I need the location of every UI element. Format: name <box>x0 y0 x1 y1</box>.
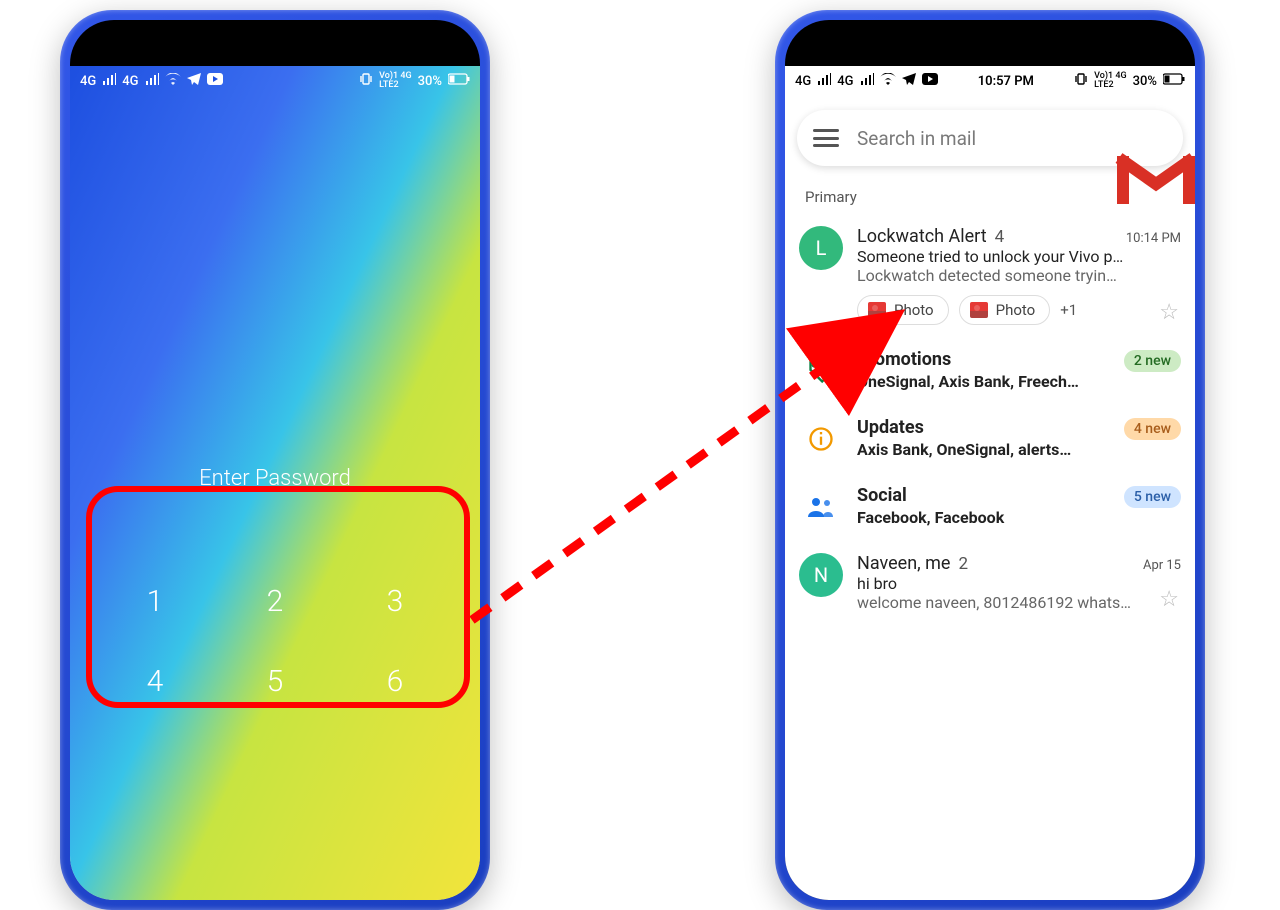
email-item-lockwatch[interactable]: L Lockwatch Alert 4 10:14 PM Someone tri… <box>785 214 1195 337</box>
gmail-screen: 4G 4G <box>785 66 1195 900</box>
new-badge: 2 new <box>1124 350 1181 372</box>
thread-count: 4 <box>995 227 1005 247</box>
sender: Lockwatch Alert <box>857 226 987 247</box>
attachment-label: Photo <box>996 301 1036 319</box>
email-item-naveen[interactable]: N Naveen, me 2 Apr 15 hi bro welcome nav… <box>785 541 1195 624</box>
gmail-logo-icon <box>1113 148 1195 208</box>
tag-icon <box>799 349 843 393</box>
phone-frame-left: 4G 4G <box>60 10 490 910</box>
attachment-chip[interactable]: Photo <box>857 295 949 325</box>
status-bar: 4G 4G <box>785 66 1195 96</box>
network-label-1: 4G <box>795 74 811 89</box>
signal-icon-1 <box>817 73 831 89</box>
category-title: Updates <box>857 417 924 438</box>
photo-icon <box>970 302 988 318</box>
category-senders: Facebook, Facebook <box>857 508 1181 527</box>
subject: Someone tried to unlock your Vivo p… <box>857 247 1181 266</box>
status-left: 4G 4G <box>795 73 938 89</box>
new-badge: 5 new <box>1124 486 1181 508</box>
vibrate-icon <box>1074 72 1088 90</box>
preview: Lockwatch detected someone tryin… <box>857 266 1181 285</box>
attachment-more: +1 <box>1060 301 1077 319</box>
preview: welcome naveen, 8012486192 whats… <box>857 593 1181 612</box>
category-updates[interactable]: Updates 4 new Axis Bank, OneSignal, aler… <box>785 405 1195 473</box>
sender: Naveen, me <box>857 553 950 574</box>
subject: hi bro <box>857 574 1181 593</box>
youtube-icon <box>922 73 938 89</box>
status-right: Vo)1 4G LTE2 30% <box>1074 72 1185 90</box>
highlight-box <box>86 486 470 708</box>
battery-icon <box>1163 73 1185 89</box>
email-body: Lockwatch Alert 4 10:14 PM Someone tried… <box>857 226 1181 325</box>
category-senders: Axis Bank, OneSignal, alerts… <box>857 440 1181 459</box>
category-title: Promotions <box>857 349 951 370</box>
people-icon <box>799 485 843 529</box>
avatar: L <box>799 226 843 270</box>
wifi-icon <box>880 73 896 89</box>
battery-percent: 30% <box>1133 74 1157 89</box>
telegram-icon <box>902 73 916 89</box>
network-label-2: 4G <box>837 74 853 89</box>
search-placeholder: Search in mail <box>857 127 1167 150</box>
phone-inner-left: 4G 4G <box>70 20 480 900</box>
timestamp: 10:14 PM <box>1126 231 1181 246</box>
phone-frame-right: 4G 4G <box>775 10 1205 910</box>
avatar: N <box>799 553 843 597</box>
photo-icon <box>868 302 886 318</box>
phone-inner-right: 4G 4G <box>785 20 1195 900</box>
clock: 10:57 PM <box>978 74 1034 89</box>
category-social[interactable]: Social 5 new Facebook, Facebook <box>785 473 1195 541</box>
category-title: Social <box>857 485 907 506</box>
timestamp: Apr 15 <box>1143 558 1181 573</box>
star-icon[interactable]: ☆ <box>1159 587 1179 612</box>
new-badge: 4 new <box>1124 418 1181 440</box>
attachment-chip[interactable]: Photo <box>959 295 1051 325</box>
thread-count: 2 <box>958 554 968 574</box>
lock-screen: 4G 4G <box>70 66 480 900</box>
signal-icon-2 <box>860 73 874 89</box>
category-promotions[interactable]: Promotions 2 new OneSignal, Axis Bank, F… <box>785 337 1195 405</box>
info-icon <box>799 417 843 461</box>
category-senders: OneSignal, Axis Bank, Freech… <box>857 372 1181 391</box>
star-icon[interactable]: ☆ <box>1159 300 1179 325</box>
lock-content: Enter Password 1 2 3 4 5 6 <box>70 66 480 900</box>
menu-icon[interactable] <box>813 129 839 147</box>
attachments: Photo Photo +1 <box>857 295 1181 325</box>
attachment-label: Photo <box>894 301 934 319</box>
volte-label: Vo)1 4G LTE2 <box>1094 72 1126 90</box>
